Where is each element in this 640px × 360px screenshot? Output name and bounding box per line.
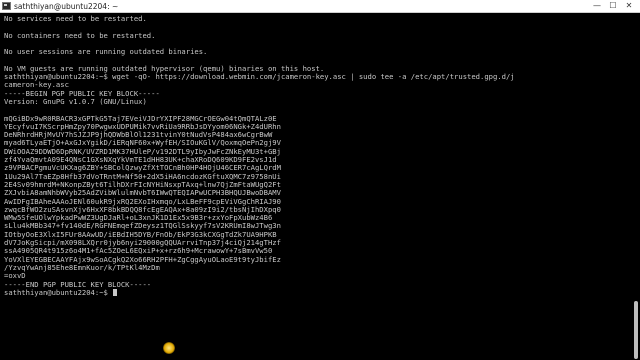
pgp-key-line: z9VPBACPgmuVcUKXag6ZBY+SBColQzwyZfXtTOCn… [4,164,281,173]
window-title: saththiyan@ubuntu2204: ~ [14,2,119,11]
output-line: No containers need to be restarted. [4,31,156,40]
pgp-key-line: /YzvqYwAnj85Ehe8EmnKuor/k/TPtKl4MzDm [4,263,160,272]
pgp-key-line: zf4YvaQmvtA09E4QNsC1GXsNXqYkVmTE1dHH83UK… [4,156,277,165]
title-bar[interactable]: saththiyan@ubuntu2204: ~ — ☐ ✕ [0,0,640,13]
command-wrap-line: cameron-key.asc [4,81,69,90]
pgp-key-line: 1Uu29Al7TaEZp8Hfb37dVoTRntM+Nf50+2dX5iHA… [4,172,281,181]
pgp-key-line: DeNRhrdHRjMvUY7hSJZJP9jhQDWbBlOl1231tvin… [4,131,273,140]
pgp-key-line: 2E4Sv09hmrdM+NKonpZByt6TilhDXrFIcNYHiNsx… [4,180,281,189]
pgp-key-line: YoVXlEYEGBECAAYFAjx9wSoACgkQ2Xo66RH2PFH+… [4,255,281,264]
terminal-window: saththiyan@ubuntu2204: ~ — ☐ ✕ No servic… [0,0,640,360]
pgp-key-line: IOtbyOoE3XlxI5FUr8AAwUD/iEBdIH5DYB/FnOb/… [4,230,277,239]
pgp-begin-line: -----BEGIN PGP PUBLIC KEY BLOCK----- [4,89,160,98]
pgp-key-line: ssA4905QR4t915z6o4M1+fAc5ZOeL6EQxiP+x+rz… [4,247,273,256]
pgp-key-line: ZXJvbiA8amNhbWVyb25AdZVibWlulmNvbT6IWwQT… [4,189,281,198]
scrollbar-thumb[interactable] [634,301,638,359]
command-text: wget -qO- https://download.webmin.com/jc… [107,73,515,82]
output-line-blank [4,23,632,31]
pgp-key-line: DWiOOAZ9DDWD6DpRNK/UVZRD1MK37HUleP/v192D… [4,147,281,156]
mouse-click-indicator [163,342,175,354]
pgp-key-line: mQGiBDx9wR0RBACR3xGPTkG5Taj7EVeiVJDrYXIP… [4,114,277,123]
pgp-checksum-line: =oxvD [4,272,26,281]
final-prompt-line[interactable]: saththiyan@ubuntu2204:~$ [4,288,632,297]
pgp-end-line: -----END PGP PUBLIC KEY BLOCK----- [4,280,152,289]
terminal-output[interactable]: No services need to be restarted. No con… [0,13,632,360]
output-line: No services need to be restarted. [4,15,147,23]
minimize-button[interactable]: — [590,0,604,12]
output-line: No VM guests are running outdated hyperv… [4,64,325,73]
maximize-button[interactable]: ☐ [606,0,620,12]
output-line-blank [4,106,632,114]
pgp-key-line: myad6TLyaETjO+AxGJxYgikD/iERqNF60x+WyfEH… [4,139,281,148]
text-cursor [113,288,118,296]
vertical-scrollbar[interactable] [632,13,640,360]
output-line-blank [4,56,632,64]
output-line-blank [4,40,632,48]
pgp-key-line: zwqcBfWO2zuSAsvnXjv6HxXF8bkBDQQ8fcEgEAQA… [4,205,281,214]
command-line: saththiyan@ubuntu2204:~$ wget -qO- https… [4,73,632,81]
close-button[interactable]: ✕ [622,0,636,12]
output-line: No user sessions are running outdated bi… [4,48,208,57]
pgp-key-line: sLlu4kMBb347+fv140dE/RGFNEmqefZDeysz1TQG… [4,222,281,231]
pgp-key-line: dV7JoKgSicpi/mX098LXQrr0jyb6nyi29000gQQU… [4,239,281,248]
pgp-version-line: Version: GnuPG v1.0.7 (GNU/Linux) [4,97,147,106]
pgp-key-line: AwIDFgIBAheAAAoJENl60ukR9jxRQ2EXoIHxmqo/… [4,197,281,206]
shell-prompt: saththiyan@ubuntu2204:~$ [4,73,108,82]
pgp-key-line: WMw5SfeUOlwYpkadPwWZ3UgDJaRl+oL3xnJK1D1E… [4,214,273,223]
pgp-key-line: YEcyfvuI7KScrpHmZpy70PwgwxUDPUMik7vvRiUa… [4,122,281,131]
shell-prompt: saththiyan@ubuntu2204:~$ [4,288,108,297]
terminal-icon [2,2,11,10]
pgp-key-block: mQGiBDx9wR0RBACR3xGPTkG5Taj7EVeiVJDrYXIP… [4,115,632,273]
